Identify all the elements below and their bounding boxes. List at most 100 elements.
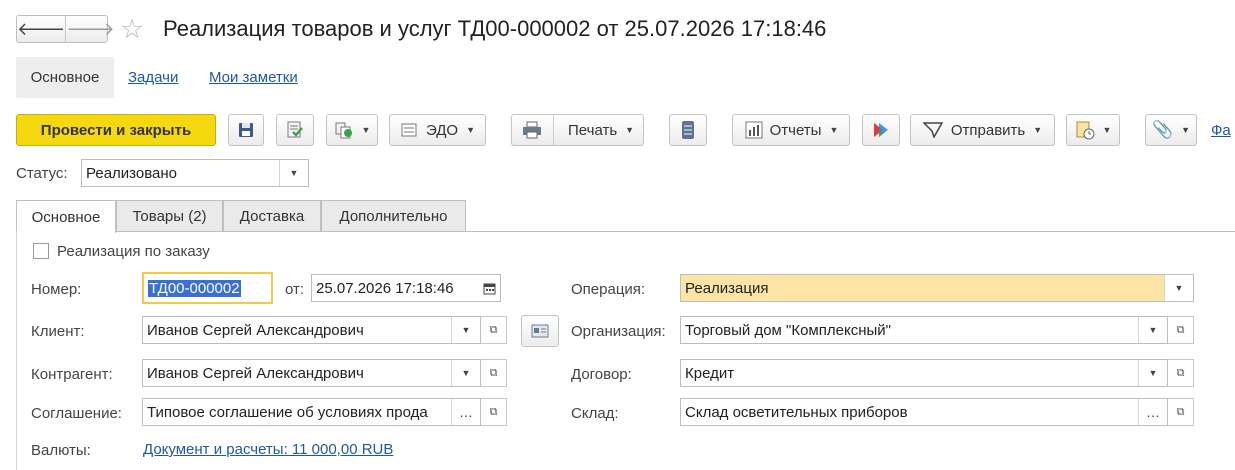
agreement-select[interactable]: Типовое соглашение об условиях прода … — [142, 398, 481, 426]
number-label: Номер: — [31, 281, 82, 298]
document-clock-icon — [1076, 121, 1095, 140]
chevron-down-icon: ▼ — [1102, 125, 1112, 135]
status-label: Статус: — [16, 165, 68, 182]
edo-service-button[interactable] — [862, 114, 900, 146]
counterparty-value: Иванов Сергей Александрович — [147, 364, 364, 382]
contract-value: Кредит — [685, 364, 735, 382]
chevron-down-icon[interactable]: ▼ — [1138, 360, 1167, 386]
open-window-icon: ⧉ — [489, 366, 498, 379]
currency-link[interactable]: Документ и расчеты: 11 000,00 RUB — [143, 441, 393, 458]
calendar-icon[interactable] — [478, 282, 500, 295]
chevron-down-icon[interactable]: ▼ — [1138, 317, 1167, 343]
form-tab-goods[interactable]: Товары (2) — [116, 200, 223, 232]
structure-button[interactable] — [669, 114, 707, 146]
print-button[interactable]: Печать ▼ — [511, 114, 644, 146]
reports-button[interactable]: Отчеты ▼ — [732, 114, 850, 146]
post-document-icon — [287, 121, 303, 138]
form-tab-delivery[interactable]: Доставка — [223, 200, 321, 232]
warehouse-select[interactable]: Склад осветительных приборов … — [680, 398, 1168, 426]
open-agreement-button[interactable]: ⧉ — [481, 398, 507, 426]
ellipsis-icon[interactable]: … — [451, 399, 480, 425]
reports-label: Отчеты — [769, 121, 822, 139]
client-card-button[interactable] — [521, 315, 559, 347]
star-icon[interactable]: ☆ — [120, 14, 144, 44]
contract-label: Договор: — [571, 366, 632, 383]
edo-service-icon — [874, 123, 888, 137]
form-tab-main[interactable]: Основное — [16, 200, 116, 233]
forward-button[interactable]: 🡒 — [65, 16, 115, 42]
open-window-icon: ⧉ — [1176, 366, 1185, 379]
client-label: Клиент: — [31, 323, 85, 340]
navigation-buttons: 🡐 🡒 — [16, 15, 115, 43]
contract-select[interactable]: Кредит ▼ — [680, 359, 1168, 387]
warehouse-label: Склад: — [571, 405, 619, 422]
warehouse-value: Склад осветительных приборов — [685, 403, 908, 421]
date-input[interactable]: 25.07.2026 17:18:46 — [311, 274, 501, 302]
organization-label: Организация: — [571, 323, 666, 340]
edo-button[interactable]: ЭДО ▼ — [389, 114, 486, 146]
print-divider — [553, 115, 554, 145]
edo-label: ЭДО — [425, 121, 459, 139]
date-value: 25.07.2026 17:18:46 — [316, 279, 454, 297]
open-organization-button[interactable]: ⧉ — [1168, 316, 1194, 344]
agreement-value: Типовое соглашение об условиях прода — [147, 403, 428, 421]
files-link[interactable]: Фа — [1211, 122, 1231, 139]
arrow-left-icon: 🡐 — [17, 18, 66, 39]
chevron-down-icon[interactable]: ▼ — [279, 160, 308, 186]
counterparty-label: Контрагент: — [31, 366, 113, 383]
number-value: ТД00-000002 — [148, 279, 241, 297]
status-value: Реализовано — [86, 164, 177, 182]
client-select[interactable]: Иванов Сергей Александрович ▼ — [142, 316, 481, 344]
operation-select[interactable]: Реализация ▼ — [680, 274, 1194, 302]
open-window-icon: ⧉ — [489, 323, 498, 336]
open-window-icon: ⧉ — [1176, 405, 1185, 418]
open-counterparty-button[interactable]: ⧉ — [481, 359, 507, 387]
operation-value: Реализация — [685, 279, 769, 297]
back-button[interactable]: 🡐 — [17, 16, 65, 42]
open-window-icon: ⧉ — [1176, 323, 1185, 336]
chevron-down-icon[interactable]: ▼ — [1164, 275, 1193, 301]
open-client-button[interactable]: ⧉ — [481, 316, 507, 344]
attachments-button[interactable]: ▼ — [1066, 114, 1120, 146]
send-label: Отправить — [950, 121, 1026, 139]
tab-notes[interactable]: Мои заметки — [209, 69, 298, 86]
currency-label: Валюты: — [31, 442, 91, 459]
attach-file-button[interactable]: 📎 ▼ — [1145, 114, 1197, 146]
save-icon — [239, 123, 253, 137]
chevron-down-icon: ▼ — [625, 125, 635, 135]
save-button[interactable] — [228, 114, 264, 146]
chevron-down-icon: ▼ — [1181, 125, 1191, 135]
paperclip-icon: 📎 — [1151, 120, 1174, 139]
chevron-down-icon: ▼ — [466, 125, 476, 135]
by-order-label: Реализация по заказу — [57, 243, 210, 260]
by-order-checkbox[interactable] — [33, 243, 49, 259]
ellipsis-icon[interactable]: … — [1138, 399, 1167, 425]
post-and-close-button[interactable]: Провести и закрыть — [16, 114, 216, 146]
status-select[interactable]: Реализовано ▼ — [81, 159, 309, 187]
chevron-down-icon: ▼ — [829, 125, 839, 135]
page-title: Реализация товаров и услуг ТД00-000002 о… — [163, 16, 827, 41]
operation-label: Операция: — [571, 281, 646, 298]
printer-icon — [523, 121, 541, 139]
open-contract-button[interactable]: ⧉ — [1168, 359, 1194, 387]
form-tab-additional[interactable]: Дополнительно — [321, 200, 466, 232]
counterparty-select[interactable]: Иванов Сергей Александрович ▼ — [142, 359, 481, 387]
tabs-underline — [116, 231, 1235, 232]
send-button[interactable]: Отправить ▼ — [910, 114, 1055, 146]
date-label: от: — [285, 281, 305, 298]
chevron-down-icon: ▼ — [361, 125, 371, 135]
create-based-on-button[interactable]: ▼ — [326, 114, 378, 146]
chevron-down-icon[interactable]: ▼ — [451, 360, 480, 386]
tab-tasks[interactable]: Задачи — [128, 69, 178, 86]
organization-select[interactable]: Торговый дом "Комплексный" ▼ — [680, 316, 1168, 344]
client-value: Иванов Сергей Александрович — [147, 321, 364, 339]
post-and-close-label: Провести и закрыть — [40, 121, 192, 139]
open-warehouse-button[interactable]: ⧉ — [1168, 398, 1194, 426]
edo-icon — [401, 123, 417, 137]
agreement-label: Соглашение: — [31, 405, 122, 422]
number-input[interactable]: ТД00-000002 — [142, 272, 273, 304]
post-button[interactable] — [276, 114, 314, 146]
chevron-down-icon[interactable]: ▼ — [451, 317, 480, 343]
tab-main[interactable]: Основное — [16, 57, 114, 98]
chevron-down-icon: ▼ — [1033, 125, 1043, 135]
